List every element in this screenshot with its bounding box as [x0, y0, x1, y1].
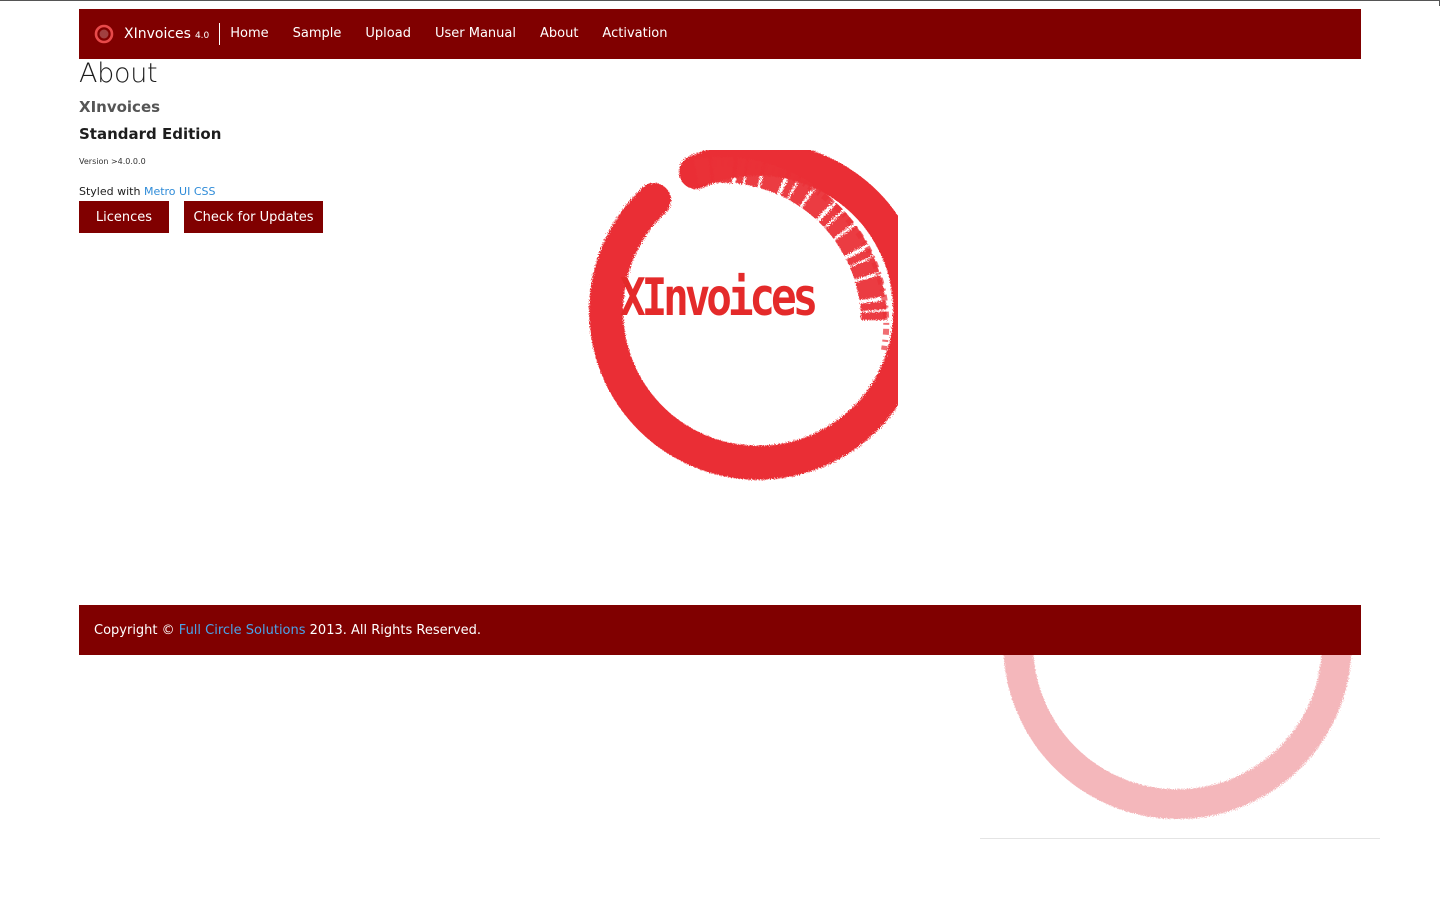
brand-version: 4.0 — [194, 31, 210, 41]
nav-item-about[interactable]: About — [528, 9, 590, 59]
styled-with-line: Styled with Metro UI CSS — [79, 185, 215, 198]
licences-button[interactable]: Licences — [79, 201, 169, 233]
nav-item-activation[interactable]: Activation — [590, 9, 679, 59]
product-name: XInvoices — [79, 98, 161, 116]
edition-label: Standard Edition — [79, 125, 222, 143]
nav-item-sample[interactable]: Sample — [281, 9, 354, 59]
brand-circle-logo-icon — [94, 24, 114, 44]
copyright-prefix: Copyright © — [94, 622, 179, 638]
page-title: About — [79, 58, 158, 89]
version-text: Version >4.0.0.0 — [79, 157, 146, 166]
brush-circle-logo-icon — [589, 150, 898, 480]
brand-name: XInvoices — [124, 26, 191, 42]
navigation-bar: XInvoices 4.0 Home Sample Upload User Ma… — [79, 9, 1361, 59]
nav-item-user-manual[interactable]: User Manual — [423, 9, 528, 59]
copyright-text: Copyright © Full Circle Solutions 2013. … — [79, 623, 481, 638]
copyright-suffix: 2013. All Rights Reserved. — [305, 622, 482, 638]
styled-with-prefix: Styled with — [79, 185, 144, 198]
nav-item-home[interactable]: Home — [220, 9, 280, 59]
watermark-circle-icon — [1003, 655, 1352, 819]
watermark-divider — [980, 838, 1380, 839]
logo-wordmark: XInvoices — [620, 268, 818, 328]
footer-bar: Copyright © Full Circle Solutions 2013. … — [79, 605, 1361, 655]
window-top-border — [0, 0, 1440, 1]
check-for-updates-button[interactable]: Check for Updates — [184, 201, 323, 233]
watermark-logo — [995, 655, 1360, 830]
brand-link[interactable]: XInvoices 4.0 — [79, 23, 221, 45]
nav-item-upload[interactable]: Upload — [353, 9, 423, 59]
metro-ui-css-link[interactable]: Metro UI CSS — [144, 185, 216, 198]
full-circle-solutions-link[interactable]: Full Circle Solutions — [179, 623, 306, 638]
